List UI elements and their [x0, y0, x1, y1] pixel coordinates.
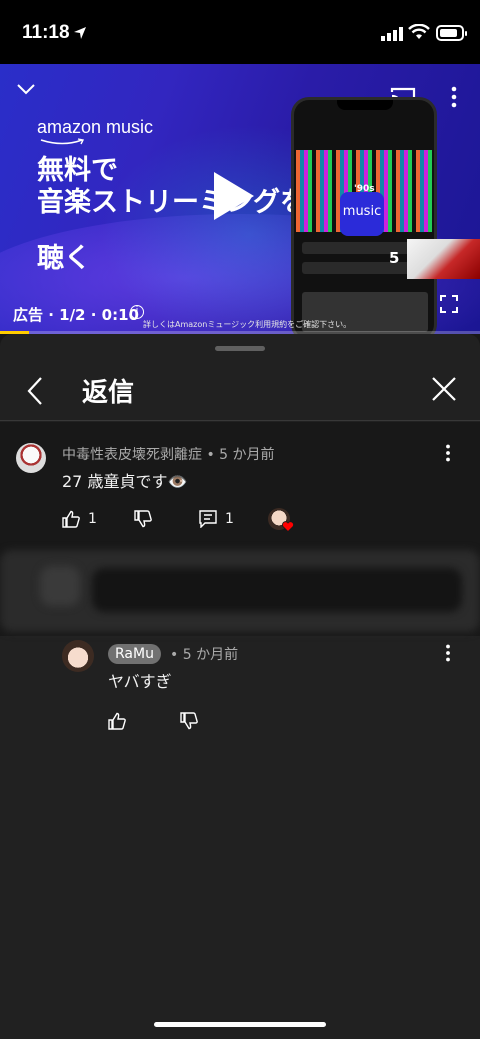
fullscreen-icon[interactable] — [440, 295, 458, 313]
ad-headline-line3: 聴く — [37, 243, 91, 274]
phone-mockup: '90s music — [291, 97, 437, 334]
dislike-button[interactable] — [180, 712, 198, 730]
music-app-tile: music — [340, 192, 384, 236]
ad-disclaimer: 詳しくはAmazonミュージック利用規約をご確認下さい。 — [143, 320, 352, 329]
info-icon[interactable]: i — [130, 305, 144, 319]
comment-author[interactable]: 中毒性表皮壊死剥離症 • 5 か月前 — [62, 444, 275, 464]
like-count: 1 — [88, 511, 97, 527]
reply-time: • 5 か月前 — [170, 647, 239, 663]
chevron-down-icon[interactable] — [16, 82, 36, 96]
ad-meta: 広告 · 1/2 · 0:10 — [13, 306, 139, 324]
back-arrow-icon[interactable] — [26, 376, 44, 406]
more-vert-icon[interactable] — [442, 444, 454, 462]
blurred-text — [92, 568, 462, 612]
video-player[interactable]: amazon music 無料で 音楽ストリーミングを 聴く '90s musi… — [0, 64, 480, 334]
thumb-down-icon — [180, 712, 198, 730]
avatar[interactable] — [16, 443, 46, 473]
reply-count: 1 — [225, 511, 234, 527]
cellular-signal-icon — [381, 27, 403, 41]
like-button[interactable] — [108, 712, 126, 730]
close-icon[interactable] — [431, 376, 457, 402]
drag-handle[interactable] — [215, 346, 265, 351]
avatar[interactable] — [62, 640, 94, 672]
reply-text: ヤバすぎ — [108, 672, 172, 691]
like-button[interactable]: 1 — [62, 510, 97, 528]
thumb-up-icon — [62, 510, 80, 528]
thumb-down-icon — [134, 510, 152, 528]
amazon-smile-logo — [40, 138, 85, 145]
skip-countdown: 5 — [389, 249, 400, 267]
more-vert-icon[interactable] — [447, 86, 461, 108]
blurred-avatar — [40, 566, 80, 606]
comment-text: 27 歳童貞です👁️ — [62, 472, 188, 491]
replies-panel: 返信 中毒性表皮壊死剥離症 • 5 か月前 27 歳童貞です👁️ 1 1 ヤバす… — [0, 334, 480, 1039]
heart-icon — [282, 521, 294, 532]
panel-title: 返信 — [82, 378, 135, 408]
reply-button[interactable]: 1 — [199, 510, 234, 528]
more-vert-icon[interactable] — [442, 644, 454, 662]
reply-author-badge[interactable]: RaMu — [108, 644, 161, 664]
play-icon[interactable] — [214, 172, 254, 220]
ad-headline-line2: 音楽ストリーミングを — [37, 187, 307, 218]
panel-header: 返信 — [0, 354, 480, 421]
reply-comment: ヤバすぎ — [0, 626, 480, 756]
battery-icon — [436, 25, 467, 41]
dislike-button[interactable] — [134, 510, 152, 528]
parent-comment: 中毒性表皮壊死剥離症 • 5 か月前 27 歳童貞です👁️ 1 1 — [0, 422, 480, 544]
status-bar: 11:18 — [0, 0, 480, 64]
status-time: 11:18 — [22, 22, 70, 43]
amazon-music-logo: amazon music — [37, 117, 154, 137]
hidden-comment — [0, 544, 480, 636]
location-arrow-icon — [74, 27, 86, 39]
phone-notch — [337, 100, 393, 110]
wifi-icon — [408, 24, 430, 39]
home-indicator[interactable] — [154, 1022, 326, 1027]
thumb-up-icon — [108, 712, 126, 730]
next-video-thumbnail[interactable] — [407, 239, 480, 279]
comment-icon — [199, 510, 217, 528]
